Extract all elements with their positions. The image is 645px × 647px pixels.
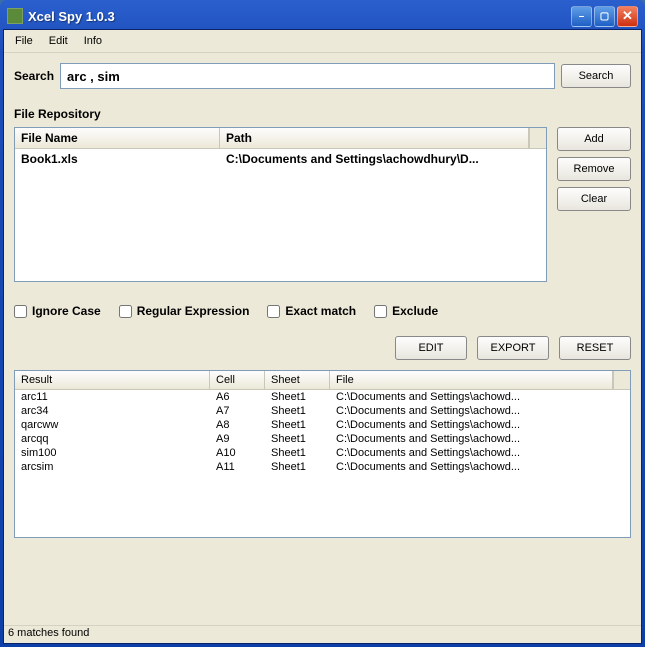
result-cell-file: C:\Documents and Settings\achowd... <box>330 404 630 418</box>
repo-table-header: File Name Path <box>15 128 546 149</box>
content: Search Search File Repository File Name … <box>4 53 641 625</box>
regex-checkbox[interactable]: Regular Expression <box>119 304 250 318</box>
result-cell-file: C:\Documents and Settings\achowd... <box>330 446 630 460</box>
result-cell-cell: A10 <box>210 446 265 460</box>
regex-label: Regular Expression <box>137 304 250 318</box>
exact-match-input[interactable] <box>267 305 280 318</box>
minimize-button[interactable]: – <box>571 6 592 27</box>
regex-input[interactable] <box>119 305 132 318</box>
search-row: Search Search <box>14 63 631 89</box>
app-icon <box>7 8 23 24</box>
result-cell-cell: A8 <box>210 418 265 432</box>
table-row[interactable]: arc11A6Sheet1C:\Documents and Settings\a… <box>15 390 630 404</box>
app-window: Xcel Spy 1.0.3 – ▢ ✕ File Edit Info Sear… <box>0 0 645 647</box>
result-cell-result: arc11 <box>15 390 210 404</box>
results-col-result[interactable]: Result <box>15 371 210 389</box>
repo-cell-name: Book1.xls <box>15 149 220 169</box>
close-button[interactable]: ✕ <box>617 6 638 27</box>
options-row: Ignore Case Regular Expression Exact mat… <box>14 304 631 318</box>
add-button[interactable]: Add <box>557 127 631 151</box>
repo-col-name[interactable]: File Name <box>15 128 220 148</box>
menubar: File Edit Info <box>4 30 641 53</box>
results-scroll-head <box>613 371 630 389</box>
action-row: EDIT EXPORT RESET <box>14 336 631 360</box>
client-area: File Edit Info Search Search File Reposi… <box>3 29 642 644</box>
result-cell-result: qarcww <box>15 418 210 432</box>
result-cell-sheet: Sheet1 <box>265 446 330 460</box>
exclude-input[interactable] <box>374 305 387 318</box>
result-cell-cell: A6 <box>210 390 265 404</box>
result-cell-file: C:\Documents and Settings\achowd... <box>330 390 630 404</box>
result-cell-sheet: Sheet1 <box>265 418 330 432</box>
table-row[interactable]: Book1.xlsC:\Documents and Settings\achow… <box>15 149 546 169</box>
result-cell-result: arcqq <box>15 432 210 446</box>
result-cell-result: sim100 <box>15 446 210 460</box>
results-col-sheet[interactable]: Sheet <box>265 371 330 389</box>
menu-info[interactable]: Info <box>77 33 109 49</box>
result-cell-file: C:\Documents and Settings\achowd... <box>330 418 630 432</box>
repo-table-body: Book1.xlsC:\Documents and Settings\achow… <box>15 149 546 169</box>
table-row[interactable]: arcsimA11Sheet1C:\Documents and Settings… <box>15 460 630 474</box>
result-cell-cell: A11 <box>210 460 265 474</box>
exclude-checkbox[interactable]: Exclude <box>374 304 438 318</box>
exact-match-checkbox[interactable]: Exact match <box>267 304 356 318</box>
results-col-file[interactable]: File <box>330 371 613 389</box>
remove-button[interactable]: Remove <box>557 157 631 181</box>
result-cell-sheet: Sheet1 <box>265 404 330 418</box>
results-body: arc11A6Sheet1C:\Documents and Settings\a… <box>15 390 630 474</box>
menu-edit[interactable]: Edit <box>42 33 75 49</box>
table-row[interactable]: sim100A10Sheet1C:\Documents and Settings… <box>15 446 630 460</box>
exclude-label: Exclude <box>392 304 438 318</box>
repo-title: File Repository <box>14 107 631 121</box>
clear-button[interactable]: Clear <box>557 187 631 211</box>
status-bar: 6 matches found <box>4 625 641 643</box>
edit-button[interactable]: EDIT <box>395 336 467 360</box>
result-cell-sheet: Sheet1 <box>265 390 330 404</box>
repo-buttons: Add Remove Clear <box>557 127 631 282</box>
search-button[interactable]: Search <box>561 64 631 88</box>
result-cell-file: C:\Documents and Settings\achowd... <box>330 460 630 474</box>
result-cell-cell: A7 <box>210 404 265 418</box>
result-cell-result: arcsim <box>15 460 210 474</box>
table-row[interactable]: arcqqA9Sheet1C:\Documents and Settings\a… <box>15 432 630 446</box>
titlebar[interactable]: Xcel Spy 1.0.3 – ▢ ✕ <box>3 3 642 29</box>
table-row[interactable]: arc34A7Sheet1C:\Documents and Settings\a… <box>15 404 630 418</box>
reset-button[interactable]: RESET <box>559 336 631 360</box>
repo-table[interactable]: File Name Path Book1.xlsC:\Documents and… <box>14 127 547 282</box>
search-input[interactable] <box>60 63 555 89</box>
result-cell-file: C:\Documents and Settings\achowd... <box>330 432 630 446</box>
result-cell-sheet: Sheet1 <box>265 460 330 474</box>
window-title: Xcel Spy 1.0.3 <box>28 9 571 24</box>
search-label: Search <box>14 69 54 83</box>
results-table[interactable]: Result Cell Sheet File arc11A6Sheet1C:\D… <box>14 370 631 538</box>
repo-scroll-head <box>529 128 546 148</box>
repo-col-path[interactable]: Path <box>220 128 529 148</box>
repo-row: File Name Path Book1.xlsC:\Documents and… <box>14 127 631 282</box>
ignore-case-checkbox[interactable]: Ignore Case <box>14 304 101 318</box>
ignore-case-label: Ignore Case <box>32 304 101 318</box>
results-col-cell[interactable]: Cell <box>210 371 265 389</box>
export-button[interactable]: EXPORT <box>477 336 549 360</box>
exact-match-label: Exact match <box>285 304 356 318</box>
result-cell-result: arc34 <box>15 404 210 418</box>
ignore-case-input[interactable] <box>14 305 27 318</box>
menu-file[interactable]: File <box>8 33 40 49</box>
result-cell-sheet: Sheet1 <box>265 432 330 446</box>
table-row[interactable]: qarcwwA8Sheet1C:\Documents and Settings\… <box>15 418 630 432</box>
maximize-button[interactable]: ▢ <box>594 6 615 27</box>
results-header: Result Cell Sheet File <box>15 371 630 390</box>
repo-cell-path: C:\Documents and Settings\achowdhury\D..… <box>220 149 546 169</box>
result-cell-cell: A9 <box>210 432 265 446</box>
